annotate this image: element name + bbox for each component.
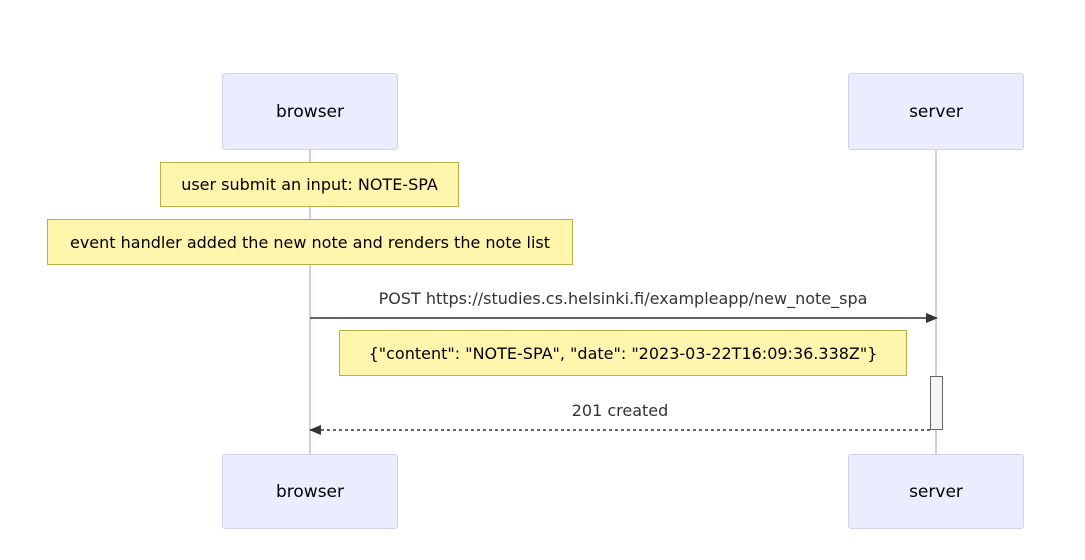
- browser-actor-label: browser: [275, 481, 345, 502]
- sequence-diagram: browser server user submit an input: NOT…: [0, 0, 1085, 560]
- server-actor-bottom: server: [848, 454, 1024, 529]
- browser-actor-bottom: browser: [222, 454, 398, 529]
- server-actor-label: server: [909, 481, 963, 502]
